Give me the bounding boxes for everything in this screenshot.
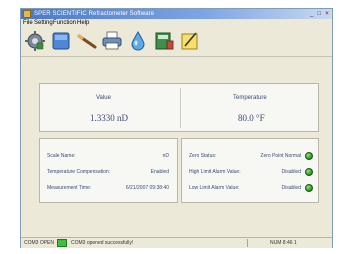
high-limit-led-icon [305,168,313,176]
print-tool-button[interactable] [101,30,123,52]
window-controls: _ □ × [309,10,330,18]
main-content: Value 1.3330 nD Temperature 80.0 °F Scal… [21,58,332,236]
settings-tool-button[interactable] [24,30,46,52]
status-bar: COM3 OPEN COM3 opened successfully! NUM … [21,237,332,248]
maximize-button[interactable]: □ [316,10,322,18]
high-limit-alarm-label: High Limit Alarm Value: [189,169,241,175]
pen-icon [77,34,97,49]
readout-divider [180,88,181,128]
notes-tool-button[interactable] [179,30,201,52]
low-limit-led-icon [305,184,313,192]
water-drop-icon [131,30,145,51]
measurement-time-label: Measurement Time: [47,185,92,191]
measure-tool-button[interactable] [76,30,98,52]
temperature-compensation-value: Enabled [150,169,169,175]
menu-help[interactable]: Help [77,19,89,27]
zero-status-label: Zero Status: [189,153,217,159]
book-icon [155,32,174,50]
alarm-status-panel: Zero Status: Zero Point Normal High Limi… [181,138,319,203]
temperature-readout: 80.0 °F [238,113,265,123]
port-connected-indicator-icon [57,239,67,247]
high-limit-alarm-value: Disabled [281,169,301,175]
measurement-time-value: 6/21/2007 09:38:40 [125,185,169,191]
data-tool-button[interactable] [153,30,175,52]
low-limit-alarm-row: Low Limit Alarm Value: Disabled [182,184,318,194]
scale-name-row: Scale Name: nD [40,152,177,162]
high-limit-alarm-row: High Limit Alarm Value: Disabled [182,168,318,178]
menu-file[interactable]: File [23,19,33,27]
menu-function[interactable]: Function [53,19,76,27]
scale-name-label: Scale Name: [47,153,76,159]
temperature-compensation-label: Temperature Compensation: [47,169,111,175]
title-bar[interactable]: SPER SCIENTIFIC Refractometer Software _… [21,9,332,19]
zero-status-led-icon [305,152,313,160]
toolbar [21,27,332,57]
minimize-button[interactable]: _ [309,10,315,18]
temperature-label: Temperature [233,95,267,101]
display-tool-button[interactable] [50,30,72,52]
status-separator [247,239,248,247]
menu-setting[interactable]: Setting [34,19,53,27]
value-readout: 1.3330 nD [90,113,128,123]
temperature-compensation-row: Temperature Compensation: Enabled [40,168,177,178]
scale-name-value: nD [162,153,169,159]
menu-bar: File Setting Function Help [21,19,332,27]
note-pencil-icon [181,32,198,50]
app-icon [23,10,31,18]
printer-icon [102,31,122,50]
low-limit-alarm-value: Disabled [281,185,301,191]
window-title: SPER SCIENTIFIC Refractometer Software [34,11,155,17]
status-message: COM3 opened successfully! [71,240,134,246]
blue-panel-icon [52,32,70,50]
low-limit-alarm-label: Low Limit Alarm Value: [189,185,240,191]
measurement-settings-panel: Scale Name: nD Temperature Compensation:… [39,138,178,203]
close-button[interactable]: × [324,10,330,18]
sample-tool-button[interactable] [127,30,149,52]
app-window: SPER SCIENTIFIC Refractometer Software _… [20,8,333,248]
gear-icon [25,31,45,51]
zero-status-row: Zero Status: Zero Point Normal [182,152,318,162]
measurement-time-row: Measurement Time: 6/21/2007 09:38:40 [40,184,177,194]
zero-status-value: Zero Point Normal [260,153,301,159]
port-status: COM3 OPEN [24,240,55,246]
readout-panel: Value 1.3330 nD Temperature 80.0 °F [39,83,319,132]
value-label: Value [96,95,111,101]
clock-indicator: NUM 8:46 1 [270,240,297,246]
